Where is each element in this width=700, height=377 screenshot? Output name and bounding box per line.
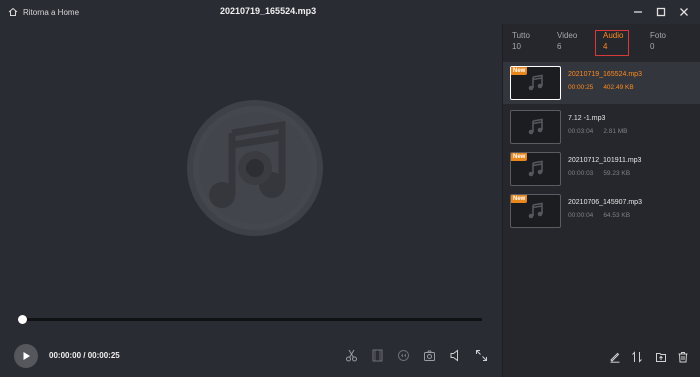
- film-icon: [372, 349, 382, 361]
- file-name: 20210706_145907.mp3: [568, 199, 642, 206]
- title-bar: Ritorna a Home 20210719_165524.mp3: [0, 0, 700, 24]
- minimize-button[interactable]: [632, 6, 644, 18]
- file-meta: 00:03:04 2.81 MB: [568, 128, 628, 135]
- new-badge: New: [511, 67, 528, 75]
- music-note-icon: [528, 118, 543, 135]
- close-button[interactable]: [678, 6, 690, 18]
- audio-thumbnail: [510, 110, 561, 144]
- tab-label: Foto: [650, 31, 667, 40]
- playback-time: 00:00:00 / 00:00:25: [49, 351, 120, 360]
- rename-button[interactable]: [608, 350, 621, 363]
- audio-disc-icon: [187, 100, 323, 236]
- music-note-icon: [528, 202, 543, 219]
- cut-button[interactable]: [344, 348, 358, 362]
- tab-audio[interactable]: Audio 4: [603, 30, 623, 52]
- list-item[interactable]: New 20210706_145907.mp3 00:00:04 64.53 KB: [503, 190, 700, 232]
- tab-count: 6: [557, 42, 562, 51]
- file-meta: 00:00:03 59.23 KB: [568, 170, 630, 177]
- tab-count: 4: [603, 42, 608, 51]
- music-note-icon: [528, 160, 543, 177]
- tab-count: 10: [512, 42, 521, 51]
- audio-thumbnail: New: [510, 194, 561, 228]
- fullscreen-button[interactable]: [474, 348, 488, 362]
- minimize-icon: [634, 11, 642, 13]
- window-title: 20210719_165524.mp3: [220, 6, 317, 16]
- file-duration: 00:00:03: [568, 170, 594, 177]
- delete-icon: [678, 351, 687, 362]
- export-icon: [655, 352, 666, 362]
- file-duration: 00:00:25: [568, 84, 594, 91]
- new-badge: New: [511, 153, 528, 161]
- file-name: 20210712_101911.mp3: [568, 157, 642, 164]
- tab-label: Audio: [603, 31, 624, 40]
- volume-icon: [450, 349, 458, 361]
- file-size: 59.23 KB: [603, 170, 631, 177]
- speed-button[interactable]: [396, 348, 410, 362]
- file-name: 20210719_165524.mp3: [568, 71, 642, 78]
- list-item[interactable]: 7.12 -1.mp3 00:03:04 2.81 MB: [503, 106, 700, 148]
- tab-foto[interactable]: Foto 0: [650, 30, 666, 52]
- delete-button[interactable]: [676, 350, 689, 363]
- tab-count: 0: [650, 42, 655, 51]
- fullscreen-icon: [475, 349, 487, 361]
- file-meta: 00:00:04 64.53 KB: [568, 212, 630, 219]
- volume-button[interactable]: [448, 348, 462, 362]
- file-size: 402.49 KB: [603, 84, 634, 91]
- file-duration: 00:03:04: [568, 128, 594, 135]
- speed-icon: [397, 349, 409, 361]
- home-back-icon: [8, 7, 18, 16]
- seek-handle[interactable]: [18, 315, 27, 324]
- audio-thumbnail: New: [510, 66, 561, 100]
- play-button[interactable]: [14, 344, 38, 368]
- back-to-home-button[interactable]: Ritorna a Home: [8, 5, 79, 19]
- list-item[interactable]: New 20210712_101911.mp3 00:00:03 59.23 KB: [503, 148, 700, 190]
- sort-button[interactable]: [630, 350, 643, 363]
- play-icon: [23, 352, 30, 360]
- audio-thumbnail: New: [510, 152, 561, 186]
- snapshot-icon: [423, 350, 435, 361]
- file-duration: 00:00:04: [568, 212, 594, 219]
- seek-bar[interactable]: [22, 318, 482, 321]
- file-name: 7.12 -1.mp3: [568, 115, 606, 122]
- rename-icon: [609, 352, 619, 363]
- maximize-button[interactable]: [655, 6, 667, 18]
- file-size: 2.81 MB: [603, 128, 628, 135]
- cut-icon: [345, 349, 357, 361]
- close-icon: [680, 8, 688, 16]
- tab-label: Video: [557, 31, 578, 40]
- media-player: 00:00:00 / 00:00:25: [0, 24, 502, 377]
- snapshot-button[interactable]: [422, 348, 436, 362]
- file-meta: 00:00:25 402.49 KB: [568, 84, 634, 91]
- sort-icon: [631, 350, 642, 363]
- list-item[interactable]: New 20210719_165524.mp3 00:00:25 402.49 K…: [503, 62, 700, 104]
- tab-label: Tutto: [512, 31, 530, 40]
- file-size: 64.53 KB: [603, 212, 631, 219]
- new-badge: New: [511, 195, 528, 203]
- tab-video[interactable]: Video 6: [557, 30, 577, 52]
- export-button[interactable]: [654, 350, 667, 363]
- media-list-panel: Tutto 10 Video 6 Audio 4 Foto 0 New 2021…: [502, 24, 700, 377]
- film-button[interactable]: [370, 348, 384, 362]
- tab-tutto[interactable]: Tutto 10: [512, 30, 530, 52]
- music-note-icon: [528, 74, 543, 91]
- maximize-icon: [656, 7, 666, 17]
- back-label: Ritorna a Home: [23, 7, 80, 17]
